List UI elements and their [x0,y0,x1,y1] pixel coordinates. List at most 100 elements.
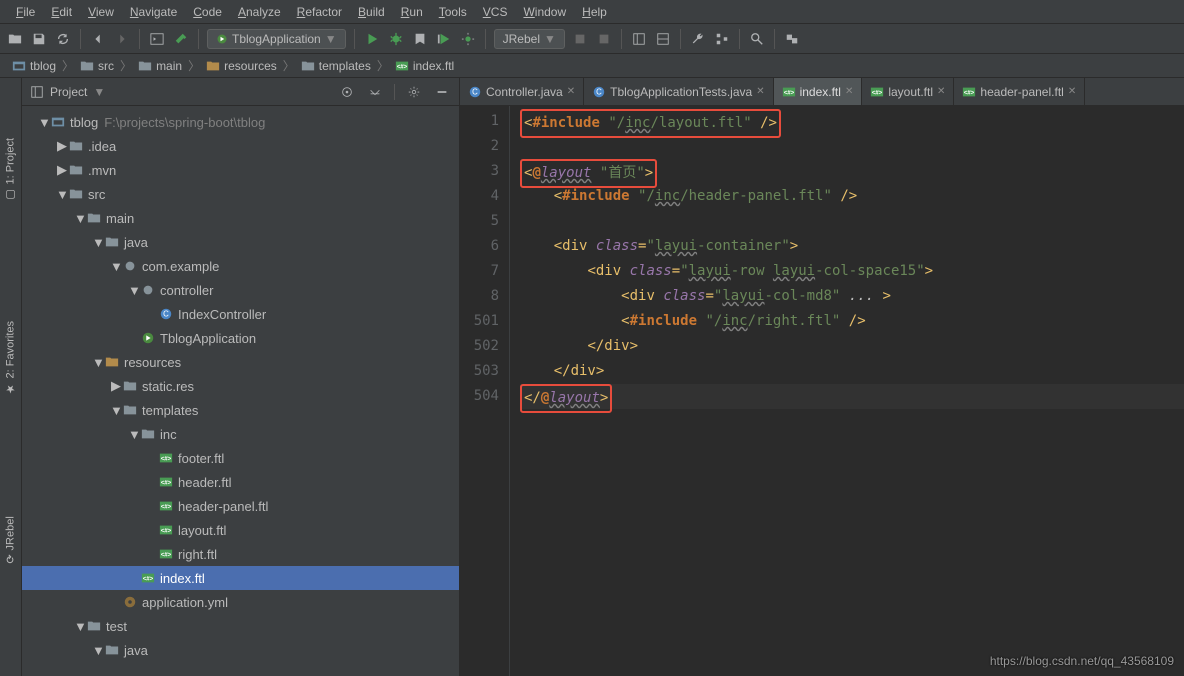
run-config-selector[interactable]: TblogApplication ▼ [207,29,346,49]
sync-icon[interactable] [54,30,72,48]
breadcrumb-resources[interactable]: resources [202,59,281,73]
close-icon[interactable]: ✕ [845,86,853,97]
jrebel-selector[interactable]: JRebel ▼ [494,29,565,49]
editor-tab-index-ftl[interactable]: <#>index.ftl✕ [774,78,863,106]
tree-resources[interactable]: ▼resources [22,350,459,374]
tree-com-example[interactable]: ▼com.example [22,254,459,278]
close-icon[interactable]: ✕ [756,86,764,97]
breadcrumb-templates[interactable]: templates [297,59,375,73]
tree-controller[interactable]: ▼controller [22,278,459,302]
menu-navigate[interactable]: Navigate [122,3,185,21]
open-icon[interactable] [6,30,24,48]
editor-tab-controller-java[interactable]: CController.java✕ [460,78,584,106]
code-area[interactable]: <#include "/inc/layout.ftl" /> <@layout "… [510,106,1184,676]
tree-tblog[interactable]: ▼tblogF:\projects\spring-boot\tblog [22,110,459,134]
tree-application-yml[interactable]: application.yml [22,590,459,614]
tree-tblogapplication[interactable]: TblogApplication [22,326,459,350]
tree-header-ftl[interactable]: <#>header.ftl [22,470,459,494]
tree-main[interactable]: ▼main [22,206,459,230]
menu-build[interactable]: Build [350,3,393,21]
breadcrumb-tblog[interactable]: tblog [8,59,60,73]
sidetab-project[interactable]: ▢ 1: Project [4,138,17,201]
hammer-icon[interactable] [172,30,190,48]
search-icon[interactable] [748,30,766,48]
menu-tools[interactable]: Tools [431,3,475,21]
code-line[interactable]: <#include "/inc/header-panel.ftl" /> [520,184,1184,209]
tree-test[interactable]: ▼test [22,614,459,638]
menu-refactor[interactable]: Refactor [289,3,350,21]
breadcrumb-main[interactable]: main [134,59,186,73]
close-icon[interactable]: ✕ [1068,86,1076,97]
breadcrumb-src[interactable]: src [76,59,118,73]
menu-code[interactable]: Code [185,3,230,21]
code-line[interactable]: <@layout "首页"> [520,159,1184,184]
layout2-icon[interactable] [654,30,672,48]
run-console-icon[interactable] [148,30,166,48]
sidetab-jrebel[interactable]: ⟳ JRebel [4,516,17,563]
tree-footer-ftl[interactable]: <#>footer.ftl [22,446,459,470]
menu-bar: FileEditViewNavigateCodeAnalyzeRefactorB… [0,0,1184,24]
code-line[interactable]: <div class="layui-container"> [520,234,1184,259]
lang-icon[interactable] [783,30,801,48]
tree-templates[interactable]: ▼templates [22,398,459,422]
forward-icon[interactable] [113,30,131,48]
close-icon[interactable]: ✕ [937,86,945,97]
close-icon[interactable]: ✕ [567,86,575,97]
code-line[interactable]: <#include "/inc/layout.ftl" /> [520,109,1184,134]
code-line[interactable]: <div class="layui-col-md8" ... > [520,284,1184,309]
editor-tab-layout-ftl[interactable]: <#>layout.ftl✕ [862,78,954,106]
wrench-icon[interactable] [689,30,707,48]
tree-src[interactable]: ▼src [22,182,459,206]
tree-indexcontroller[interactable]: CIndexController [22,302,459,326]
tree-java[interactable]: ▼java [22,638,459,662]
tree-java[interactable]: ▼java [22,230,459,254]
tree-layout-ftl[interactable]: <#>layout.ftl [22,518,459,542]
tree-static-res[interactable]: ▶static.res [22,374,459,398]
project-tree[interactable]: ▼tblogF:\projects\spring-boot\tblog▶.ide… [22,106,459,676]
profile-icon[interactable] [435,30,453,48]
menu-analyze[interactable]: Analyze [230,3,289,21]
tree-right-ftl[interactable]: <#>right.ftl [22,542,459,566]
menu-help[interactable]: Help [574,3,615,21]
coverage-icon[interactable] [411,30,429,48]
svg-text:<#>: <#> [161,504,172,511]
stop2-icon[interactable] [595,30,613,48]
layout-icon[interactable] [630,30,648,48]
code-line[interactable]: <div class="layui-row layui-col-space15"… [520,259,1184,284]
structure-icon[interactable] [713,30,731,48]
tree-index-ftl[interactable]: <#>index.ftl [22,566,459,590]
breadcrumb-index.ftl[interactable]: <#>index.ftl [391,59,458,73]
menu-file[interactable]: File [8,3,43,21]
svg-text:<#>: <#> [161,528,172,535]
tree-inc[interactable]: ▼inc [22,422,459,446]
debug-icon[interactable] [387,30,405,48]
editor-tab-tblogapplicationtests-java[interactable]: CTblogApplicationTests.java✕ [584,78,773,106]
code-line[interactable]: </div> [520,359,1184,384]
profile2-icon[interactable] [459,30,477,48]
gear-icon[interactable] [405,83,423,101]
code-line[interactable] [520,209,1184,234]
tree-header-panel-ftl[interactable]: <#>header-panel.ftl [22,494,459,518]
back-icon[interactable] [89,30,107,48]
code-line[interactable] [520,134,1184,159]
code-line[interactable]: <#include "/inc/right.ftl" /> [520,309,1184,334]
collapse-icon[interactable] [366,83,384,101]
svg-text:<#>: <#> [161,552,172,559]
tree--idea[interactable]: ▶.idea [22,134,459,158]
menu-vcs[interactable]: VCS [475,3,516,21]
scroll-from-source-icon[interactable] [338,83,356,101]
menu-window[interactable]: Window [515,3,574,21]
menu-view[interactable]: View [80,3,122,21]
stop-icon[interactable] [571,30,589,48]
sidetab-favorites[interactable]: ★ 2: Favorites [4,321,17,395]
code-line[interactable]: </@layout> [520,384,1184,409]
save-icon[interactable] [30,30,48,48]
code-line[interactable]: </div> [520,334,1184,359]
hide-icon[interactable] [433,83,451,101]
menu-edit[interactable]: Edit [43,3,80,21]
tree--mvn[interactable]: ▶.mvn [22,158,459,182]
run-icon[interactable] [363,30,381,48]
menu-run[interactable]: Run [393,3,431,21]
editor-tab-header-panel-ftl[interactable]: <#>header-panel.ftl✕ [954,78,1085,106]
svg-text:<#>: <#> [872,89,883,96]
